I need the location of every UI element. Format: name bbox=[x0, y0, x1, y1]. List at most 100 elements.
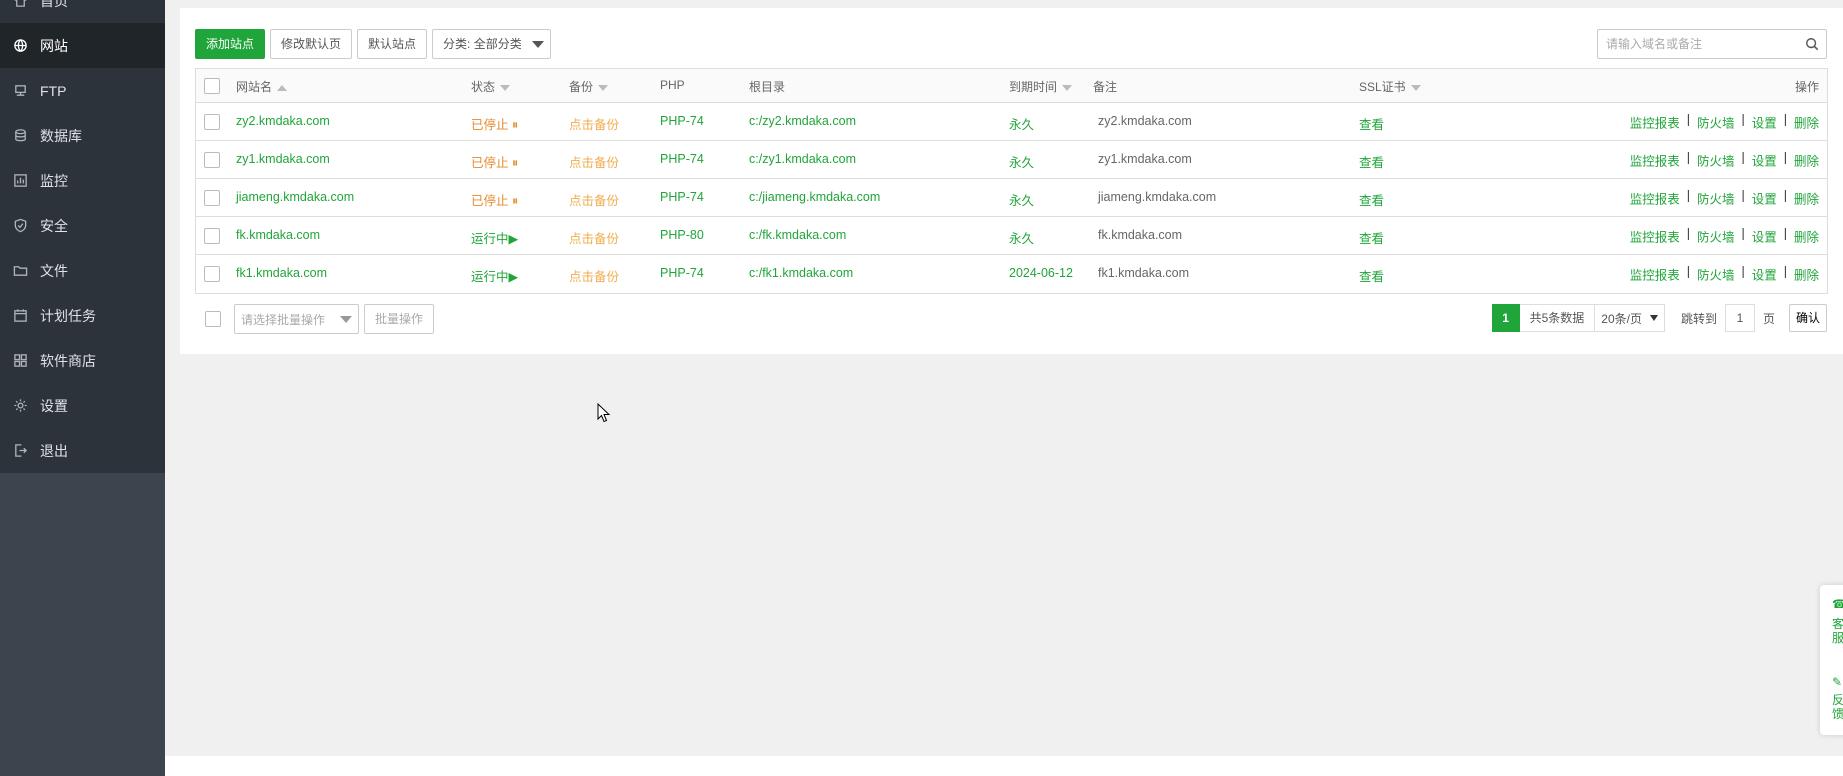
site-name-link[interactable]: jiameng.kmdaka.com bbox=[236, 190, 354, 204]
settings-link[interactable]: 设置 bbox=[1752, 226, 1777, 245]
delete-link[interactable]: 删除 bbox=[1794, 150, 1819, 169]
header-expire[interactable]: 到期时间 bbox=[1009, 78, 1073, 95]
header-ssl[interactable]: SSL证书 bbox=[1359, 78, 1421, 95]
delete-link[interactable]: 删除 bbox=[1794, 112, 1819, 131]
batch-operation-select[interactable]: 请选择批量操作 bbox=[234, 304, 359, 334]
edit-icon[interactable]: ✎ bbox=[1832, 675, 1843, 689]
monitor-report-link[interactable]: 监控报表 bbox=[1630, 150, 1680, 169]
goto-confirm-button[interactable]: 确认 bbox=[1788, 304, 1827, 332]
root-dir-link[interactable]: c:/zy2.kmdaka.com bbox=[749, 114, 856, 128]
ssl-view-link[interactable]: 查看 bbox=[1359, 266, 1384, 285]
monitor-report-link[interactable]: 监控报表 bbox=[1630, 265, 1680, 284]
sort-desc-icon bbox=[598, 84, 609, 91]
status-toggle[interactable]: 运行中▶ bbox=[471, 228, 518, 247]
ssl-view-link[interactable]: 查看 bbox=[1359, 152, 1384, 171]
status-toggle[interactable]: 已停止 ⏸ bbox=[471, 190, 518, 209]
sidebar-item-monitor[interactable]: 监控 bbox=[0, 158, 165, 203]
feedback-link[interactable]: 反馈 bbox=[1832, 693, 1843, 721]
current-page[interactable]: 1 bbox=[1491, 304, 1520, 332]
default-site-button[interactable]: 默认站点 bbox=[357, 29, 428, 59]
customer-service-icon[interactable]: ☎ bbox=[1832, 597, 1843, 611]
ssl-view-link[interactable]: 查看 bbox=[1359, 114, 1384, 133]
php-version-link[interactable]: PHP-74 bbox=[660, 266, 704, 280]
sidebar-item-website[interactable]: 网站 bbox=[0, 23, 165, 68]
header-backup[interactable]: 备份 bbox=[569, 78, 609, 95]
row-checkbox[interactable] bbox=[204, 266, 220, 282]
php-version-link[interactable]: PHP-74 bbox=[660, 190, 704, 204]
row-checkbox[interactable] bbox=[204, 113, 220, 130]
ssl-view-link[interactable]: 查看 bbox=[1359, 228, 1384, 247]
settings-link[interactable]: 设置 bbox=[1752, 188, 1777, 207]
remark-text[interactable]: zy2.kmdaka.com bbox=[1098, 114, 1192, 128]
expire-date-link[interactable]: 永久 bbox=[1009, 228, 1034, 247]
header-name[interactable]: 网站名 bbox=[236, 78, 288, 95]
monitor-report-link[interactable]: 监控报表 bbox=[1630, 226, 1680, 245]
header-status[interactable]: 状态 bbox=[471, 78, 511, 95]
backup-link[interactable]: 点击备份 bbox=[569, 266, 619, 285]
sidebar-item-ftp[interactable]: FTP bbox=[0, 68, 165, 113]
backup-link[interactable]: 点击备份 bbox=[569, 228, 619, 247]
search-input[interactable] bbox=[1598, 30, 1798, 58]
firewall-link[interactable]: 防火墙 bbox=[1697, 226, 1735, 245]
root-dir-link[interactable]: c:/zy1.kmdaka.com bbox=[749, 152, 856, 166]
site-name-link[interactable]: zy1.kmdaka.com bbox=[236, 152, 330, 166]
php-version-link[interactable]: PHP-74 bbox=[660, 152, 704, 166]
sidebar-item-logout[interactable]: 退出 bbox=[0, 428, 165, 473]
row-checkbox[interactable] bbox=[204, 151, 220, 168]
settings-link[interactable]: 设置 bbox=[1752, 112, 1777, 131]
status-toggle[interactable]: 运行中▶ bbox=[471, 266, 518, 285]
remark-text[interactable]: zy1.kmdaka.com bbox=[1098, 152, 1192, 166]
root-dir-link[interactable]: c:/jiameng.kmdaka.com bbox=[749, 190, 880, 204]
root-dir-link[interactable]: c:/fk1.kmdaka.com bbox=[749, 266, 853, 280]
search-icon[interactable] bbox=[1798, 30, 1826, 58]
row-checkbox[interactable] bbox=[204, 227, 220, 244]
monitor-report-link[interactable]: 监控报表 bbox=[1630, 188, 1680, 207]
sidebar-item-database[interactable]: 数据库 bbox=[0, 113, 165, 158]
goto-page-input[interactable] bbox=[1724, 304, 1755, 332]
add-site-button[interactable]: 添加站点 bbox=[195, 29, 266, 59]
firewall-link[interactable]: 防火墙 bbox=[1697, 112, 1735, 131]
remark-text[interactable]: jiameng.kmdaka.com bbox=[1098, 190, 1216, 204]
sidebar-item-settings[interactable]: 设置 bbox=[0, 383, 165, 428]
expire-date-link[interactable]: 永久 bbox=[1009, 190, 1034, 209]
sidebar-item-files[interactable]: 文件 bbox=[0, 248, 165, 293]
php-version-link[interactable]: PHP-80 bbox=[660, 228, 704, 242]
edit-default-page-button[interactable]: 修改默认页 bbox=[270, 29, 353, 59]
monitor-report-link[interactable]: 监控报表 bbox=[1630, 112, 1680, 131]
ssl-view-link[interactable]: 查看 bbox=[1359, 190, 1384, 209]
remark-text[interactable]: fk.kmdaka.com bbox=[1098, 228, 1182, 242]
root-dir-link[interactable]: c:/fk.kmdaka.com bbox=[749, 228, 846, 242]
status-toggle[interactable]: 已停止 ⏸ bbox=[471, 114, 518, 133]
category-select[interactable]: 分类: 全部分类 bbox=[432, 29, 551, 59]
site-name-link[interactable]: fk1.kmdaka.com bbox=[236, 266, 327, 280]
sidebar-item-security[interactable]: 安全 bbox=[0, 203, 165, 248]
backup-link[interactable]: 点击备份 bbox=[569, 190, 619, 209]
sidebar-item-store[interactable]: 软件商店 bbox=[0, 338, 165, 383]
expire-date-link[interactable]: 2024-06-12 bbox=[1009, 266, 1073, 280]
delete-link[interactable]: 删除 bbox=[1794, 265, 1819, 284]
page-size-select[interactable]: 20条/页 bbox=[1595, 304, 1665, 332]
firewall-link[interactable]: 防火墙 bbox=[1697, 188, 1735, 207]
backup-link[interactable]: 点击备份 bbox=[569, 114, 619, 133]
settings-link[interactable]: 设置 bbox=[1752, 150, 1777, 169]
status-toggle[interactable]: 已停止 ⏸ bbox=[471, 152, 518, 171]
row-checkbox[interactable] bbox=[204, 189, 220, 206]
delete-link[interactable]: 删除 bbox=[1794, 188, 1819, 207]
batch-operation-button[interactable]: 批量操作 bbox=[364, 304, 435, 334]
batch-select-all-checkbox[interactable] bbox=[205, 311, 221, 327]
sidebar-item-cron[interactable]: 计划任务 bbox=[0, 293, 165, 338]
site-name-link[interactable]: zy2.kmdaka.com bbox=[236, 114, 330, 128]
site-name-link[interactable]: fk.kmdaka.com bbox=[236, 228, 320, 242]
firewall-link[interactable]: 防火墙 bbox=[1697, 150, 1735, 169]
settings-link[interactable]: 设置 bbox=[1752, 265, 1777, 284]
php-version-link[interactable]: PHP-74 bbox=[660, 114, 704, 128]
expire-date-link[interactable]: 永久 bbox=[1009, 114, 1034, 133]
expire-date-link[interactable]: 永久 bbox=[1009, 152, 1034, 171]
sidebar-item-home[interactable]: 首页 bbox=[0, 0, 165, 23]
delete-link[interactable]: 删除 bbox=[1794, 226, 1819, 245]
remark-text[interactable]: fk1.kmdaka.com bbox=[1098, 266, 1189, 280]
customer-service-link[interactable]: 客服 bbox=[1832, 617, 1843, 645]
firewall-link[interactable]: 防火墙 bbox=[1697, 265, 1735, 284]
select-all-checkbox[interactable] bbox=[204, 77, 220, 94]
backup-link[interactable]: 点击备份 bbox=[569, 152, 619, 171]
